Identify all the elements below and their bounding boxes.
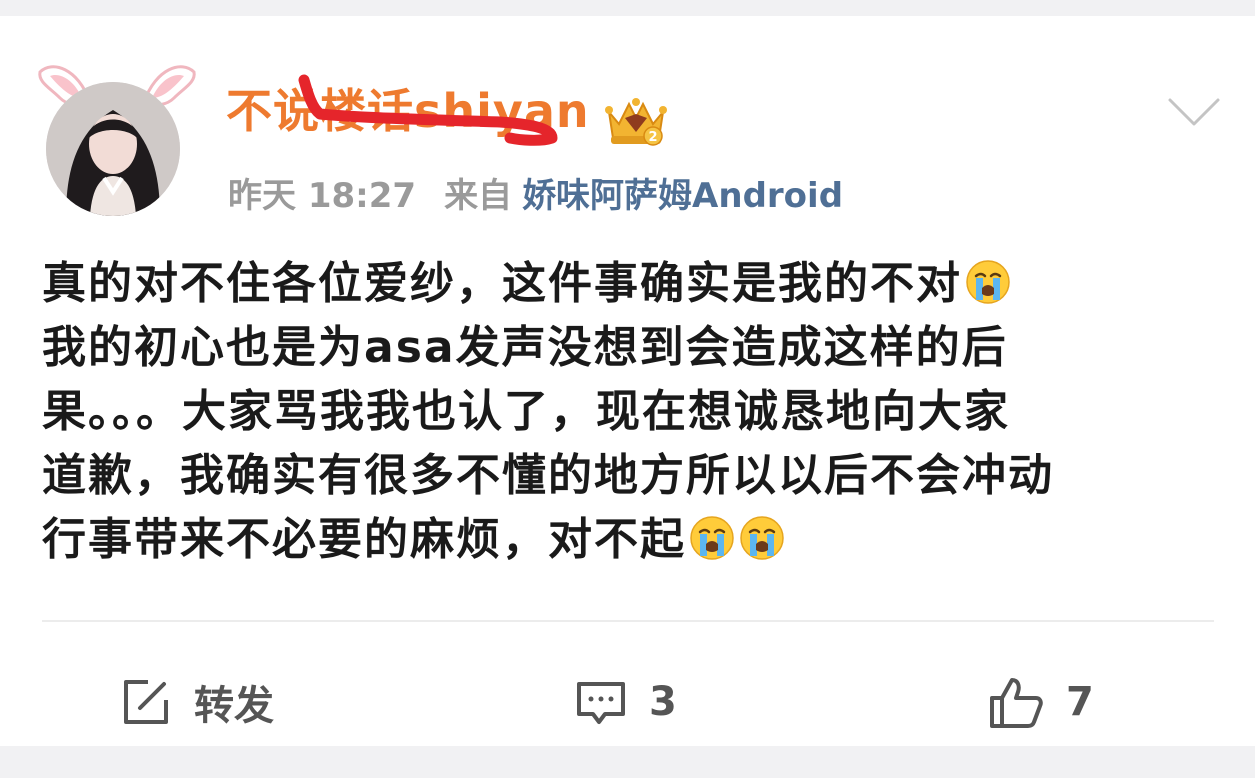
thumbs-up-icon [990, 678, 1043, 728]
loudly-crying-face-icon [690, 516, 734, 560]
post-body: 真的对不住各位爱纱，这件事确实是我的不对 我的初心也是为asa发声没想到会造成这… [42, 252, 1222, 572]
post-time: 昨天 18:27 [228, 176, 417, 216]
avatar[interactable] [46, 82, 180, 216]
vip-level-label: 2 [648, 130, 657, 145]
author-name[interactable]: 不说楼话shiyan [226, 75, 590, 141]
post-meta: 昨天 18:27 来自 娇味阿萨姆Android [228, 168, 843, 217]
loudly-crying-face-icon [966, 260, 1010, 304]
post-body-line: 道歉，我确实有很多不懂的地方所以以后不会冲动 [42, 450, 1054, 501]
post-body-line: 我的初心也是为asa发声没想到会造成这样的后 [42, 322, 1008, 373]
like-count: 7 [1066, 679, 1094, 725]
repost-label: 转发 [194, 683, 274, 729]
repost-edit-icon [124, 680, 168, 724]
source-label: 来自 [444, 176, 513, 216]
vip-crown-badge-icon[interactable]: 2 [603, 94, 669, 148]
comment-count: 3 [649, 679, 677, 725]
like-button[interactable]: 7 [988, 656, 1094, 748]
post-body-line: 真的对不住各位爱纱，这件事确实是我的不对 [42, 252, 1222, 316]
weibo-post-card: 不说楼话shiyan 2 昨天 18:27 来自 娇味阿萨姆Android 真的… [0, 16, 1255, 746]
repost-button[interactable]: 转发 [120, 656, 274, 748]
divider [42, 620, 1214, 622]
comment-bubble-icon [577, 682, 625, 724]
avatar-with-bunny-ears[interactable] [28, 44, 198, 216]
loudly-crying-face-icon [740, 516, 784, 560]
source-app-link[interactable]: 娇味阿萨姆Android [522, 168, 843, 217]
author-name-row[interactable]: 不说楼话shiyan [226, 78, 590, 138]
post-body-line: 行事带来不必要的麻烦，对不起 [42, 508, 1222, 572]
post-actions-bar: 转发 3 7 [0, 656, 1255, 756]
chevron-down-icon[interactable] [1167, 96, 1221, 130]
post-body-line: 果。。。大家骂我我也认了，现在想诚恳地向大家 [42, 386, 1010, 437]
comment-button[interactable]: 3 [575, 656, 677, 748]
